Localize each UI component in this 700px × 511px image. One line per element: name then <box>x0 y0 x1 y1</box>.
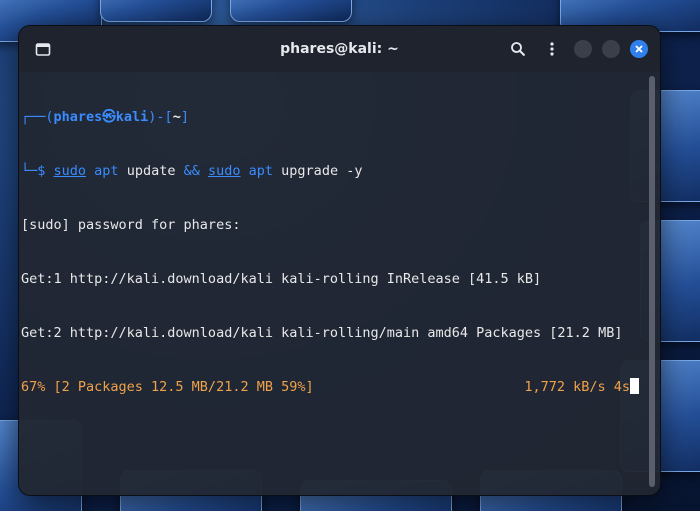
kebab-menu-icon[interactable] <box>540 37 564 61</box>
prompt-bracket: )-[ <box>148 109 173 125</box>
text-cursor <box>630 378 639 394</box>
search-icon[interactable] <box>506 37 530 61</box>
scrollbar[interactable] <box>648 74 656 491</box>
prompt-user-host: phares㉿kali <box>53 109 149 125</box>
output-line: [sudo] password for phares: <box>21 217 241 233</box>
output-line: Get:2 http://kali.download/kali kali-rol… <box>21 325 623 341</box>
title-bar[interactable]: phares@kali: ~ <box>19 26 660 72</box>
progress-line: 67% [2 Packages 12.5 MB/21.2 MB 59%] 1,7… <box>21 378 639 396</box>
cmd-update: update <box>118 163 184 179</box>
cmd-apt: apt <box>94 163 119 179</box>
cmd-apt: apt <box>248 163 274 179</box>
new-tab-icon[interactable] <box>31 37 55 61</box>
cmd-sudo: sudo <box>208 163 241 179</box>
cmd-args: upgrade -y <box>273 163 363 179</box>
output-line: Get:1 http://kali.download/kali kali-rol… <box>21 271 542 287</box>
minimize-icon[interactable] <box>574 40 592 58</box>
prompt-bracket: ] <box>180 109 189 125</box>
progress-status: 67% [2 Packages 12.5 MB/21.2 MB 59%] <box>21 379 314 395</box>
prompt-bracket: ┌──( <box>21 109 54 125</box>
terminal-output[interactable]: ┌──(phares㉿kali)-[~] └─$ sudo apt update… <box>19 72 660 495</box>
prompt-line-1: ┌──(phares㉿kali)-[~] <box>21 108 646 126</box>
command-line: └─$ sudo apt update && sudo apt upgrade … <box>21 162 646 180</box>
close-icon[interactable] <box>630 40 648 58</box>
scrollbar-thumb[interactable] <box>649 76 655 487</box>
prompt-dir: ~ <box>172 109 181 125</box>
window-title: phares@kali: ~ <box>280 41 399 57</box>
maximize-icon[interactable] <box>602 40 620 58</box>
terminal-window: phares@kali: ~ ┌──(phares㉿kali)-[~] └─$ … <box>18 25 661 496</box>
progress-speed: 1,772 kB/s 4s <box>524 379 630 395</box>
cmd-and: && <box>183 163 200 179</box>
cmd-sudo: sudo <box>53 163 87 179</box>
prompt-prefix: └─$ <box>21 163 54 179</box>
